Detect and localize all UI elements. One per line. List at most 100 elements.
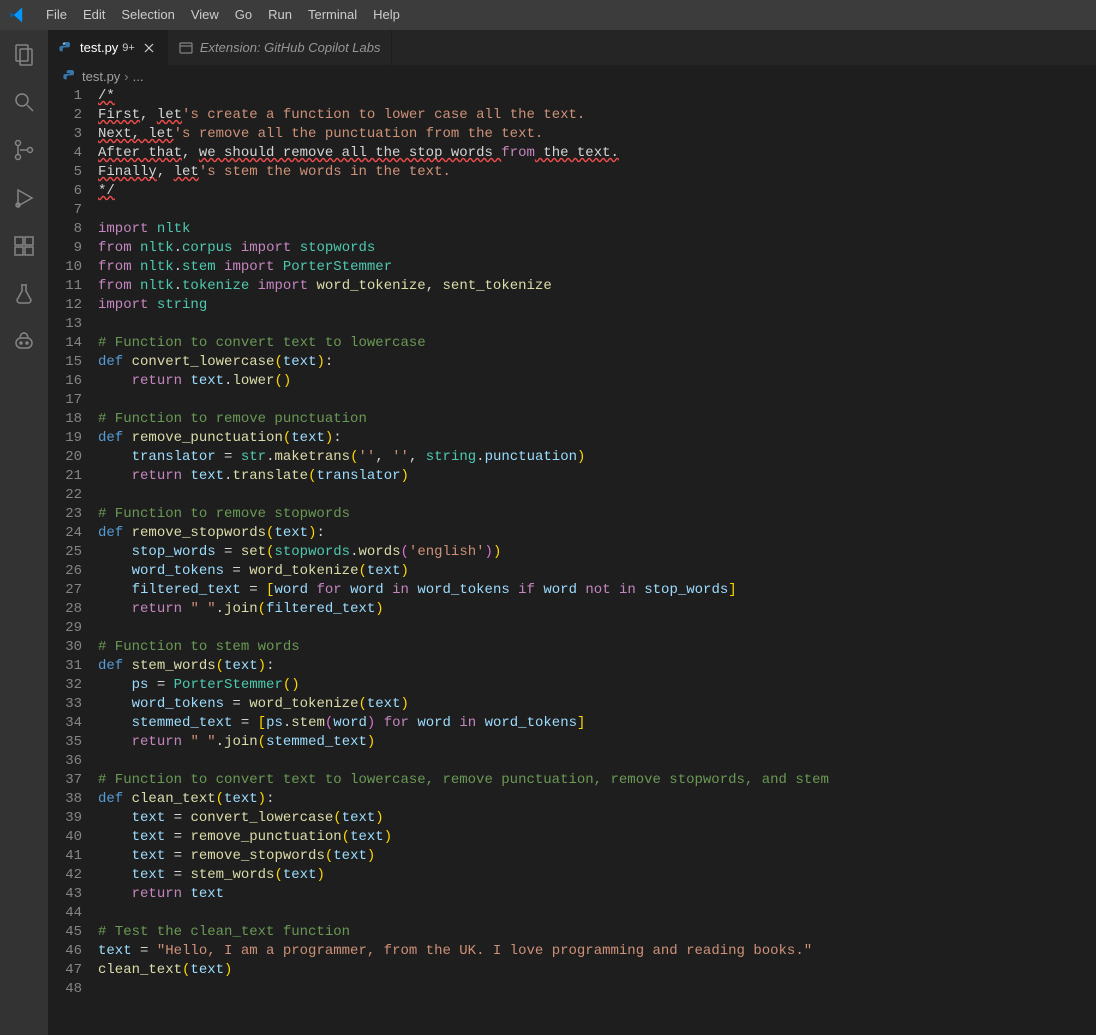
code-line[interactable]: [98, 391, 1096, 410]
code-line[interactable]: After that, we should remove all the sto…: [98, 144, 1096, 163]
search-icon[interactable]: [0, 78, 48, 126]
code-line[interactable]: ps = PorterStemmer(): [98, 676, 1096, 695]
source-control-icon[interactable]: [0, 126, 48, 174]
menu-view[interactable]: View: [183, 0, 227, 30]
code-line[interactable]: word_tokens = word_tokenize(text): [98, 695, 1096, 714]
tab-test-py[interactable]: test.py 9+: [48, 30, 168, 65]
code-line[interactable]: from nltk.corpus import stopwords: [98, 239, 1096, 258]
line-number: 37: [48, 771, 82, 790]
code-line[interactable]: def convert_lowercase(text):: [98, 353, 1096, 372]
line-number: 48: [48, 980, 82, 999]
code-line[interactable]: [98, 315, 1096, 334]
line-number: 19: [48, 429, 82, 448]
python-icon: [58, 40, 74, 56]
code-line[interactable]: filtered_text = [word for word in word_t…: [98, 581, 1096, 600]
code-line[interactable]: stemmed_text = [ps.stem(word) for word i…: [98, 714, 1096, 733]
code-line[interactable]: [98, 201, 1096, 220]
code-line[interactable]: import nltk: [98, 220, 1096, 239]
code-line[interactable]: [98, 486, 1096, 505]
code-line[interactable]: Next, let's remove all the punctuation f…: [98, 125, 1096, 144]
code-line[interactable]: text = "Hello, I am a programmer, from t…: [98, 942, 1096, 961]
code-line[interactable]: [98, 619, 1096, 638]
code-editor[interactable]: 1234567891011121314151617181920212223242…: [48, 87, 1096, 1035]
tab-extension-copilot-labs[interactable]: Extension: GitHub Copilot Labs: [168, 30, 392, 65]
code-line[interactable]: return text: [98, 885, 1096, 904]
code-line[interactable]: return text.translate(translator): [98, 467, 1096, 486]
code-line[interactable]: text = remove_stopwords(text): [98, 847, 1096, 866]
code-line[interactable]: from nltk.stem import PorterStemmer: [98, 258, 1096, 277]
line-number: 24: [48, 524, 82, 543]
code-line[interactable]: def remove_punctuation(text):: [98, 429, 1096, 448]
code-line[interactable]: [98, 752, 1096, 771]
code-line[interactable]: # Function to convert text to lowercase,…: [98, 771, 1096, 790]
menu-terminal[interactable]: Terminal: [300, 0, 365, 30]
line-number: 6: [48, 182, 82, 201]
code-line[interactable]: # Function to stem words: [98, 638, 1096, 657]
menu-run[interactable]: Run: [260, 0, 300, 30]
code-line[interactable]: def stem_words(text):: [98, 657, 1096, 676]
code-line[interactable]: return text.lower(): [98, 372, 1096, 391]
code-line[interactable]: def remove_stopwords(text):: [98, 524, 1096, 543]
code-line[interactable]: First, let's create a function to lower …: [98, 106, 1096, 125]
code-line[interactable]: translator = str.maketrans('', '', strin…: [98, 448, 1096, 467]
line-number: 42: [48, 866, 82, 885]
code-line[interactable]: # Function to remove punctuation: [98, 410, 1096, 429]
menu-go[interactable]: Go: [227, 0, 260, 30]
line-number: 5: [48, 163, 82, 182]
code-line[interactable]: # Function to convert text to lowercase: [98, 334, 1096, 353]
line-number: 23: [48, 505, 82, 524]
close-icon[interactable]: [141, 40, 157, 56]
code-line[interactable]: clean_text(text): [98, 961, 1096, 980]
line-number: 4: [48, 144, 82, 163]
explorer-icon[interactable]: [0, 30, 48, 78]
line-number: 29: [48, 619, 82, 638]
menu-bar: FileEditSelectionViewGoRunTerminalHelp: [0, 0, 1096, 30]
line-number: 43: [48, 885, 82, 904]
line-number: 20: [48, 448, 82, 467]
menu-help[interactable]: Help: [365, 0, 408, 30]
code-line[interactable]: def clean_text(text):: [98, 790, 1096, 809]
line-number: 30: [48, 638, 82, 657]
code-line[interactable]: stop_words = set(stopwords.words('englis…: [98, 543, 1096, 562]
code-line[interactable]: [98, 904, 1096, 923]
menu-selection[interactable]: Selection: [113, 0, 182, 30]
code-line[interactable]: Finally, let's stem the words in the tex…: [98, 163, 1096, 182]
code-line[interactable]: # Test the clean_text function: [98, 923, 1096, 942]
run-debug-icon[interactable]: [0, 174, 48, 222]
line-number: 34: [48, 714, 82, 733]
code-line[interactable]: [98, 980, 1096, 999]
code-line[interactable]: from nltk.tokenize import word_tokenize,…: [98, 277, 1096, 296]
testing-icon[interactable]: [0, 270, 48, 318]
code-line[interactable]: text = stem_words(text): [98, 866, 1096, 885]
line-number: 22: [48, 486, 82, 505]
activity-bar: [0, 30, 48, 1035]
line-number: 13: [48, 315, 82, 334]
line-number: 14: [48, 334, 82, 353]
code-line[interactable]: import string: [98, 296, 1096, 315]
copilot-icon[interactable]: [0, 318, 48, 366]
code-content[interactable]: /*First, let's create a function to lowe…: [98, 87, 1096, 1035]
code-line[interactable]: # Function to remove stopwords: [98, 505, 1096, 524]
breadcrumb[interactable]: test.py › ...: [48, 65, 1096, 87]
code-line[interactable]: return " ".join(stemmed_text): [98, 733, 1096, 752]
code-line[interactable]: word_tokens = word_tokenize(text): [98, 562, 1096, 581]
preview-icon: [178, 40, 194, 56]
line-number: 31: [48, 657, 82, 676]
line-number: 27: [48, 581, 82, 600]
extensions-icon[interactable]: [0, 222, 48, 270]
line-number: 46: [48, 942, 82, 961]
code-line[interactable]: text = convert_lowercase(text): [98, 809, 1096, 828]
line-number: 25: [48, 543, 82, 562]
code-line[interactable]: */: [98, 182, 1096, 201]
code-line[interactable]: text = remove_punctuation(text): [98, 828, 1096, 847]
menu-file[interactable]: File: [38, 0, 75, 30]
code-line[interactable]: /*: [98, 87, 1096, 106]
line-number: 41: [48, 847, 82, 866]
menu-edit[interactable]: Edit: [75, 0, 113, 30]
breadcrumb-tail: ...: [133, 69, 144, 84]
line-number: 44: [48, 904, 82, 923]
code-line[interactable]: return " ".join(filtered_text): [98, 600, 1096, 619]
line-number: 1: [48, 87, 82, 106]
line-number: 40: [48, 828, 82, 847]
line-number: 16: [48, 372, 82, 391]
